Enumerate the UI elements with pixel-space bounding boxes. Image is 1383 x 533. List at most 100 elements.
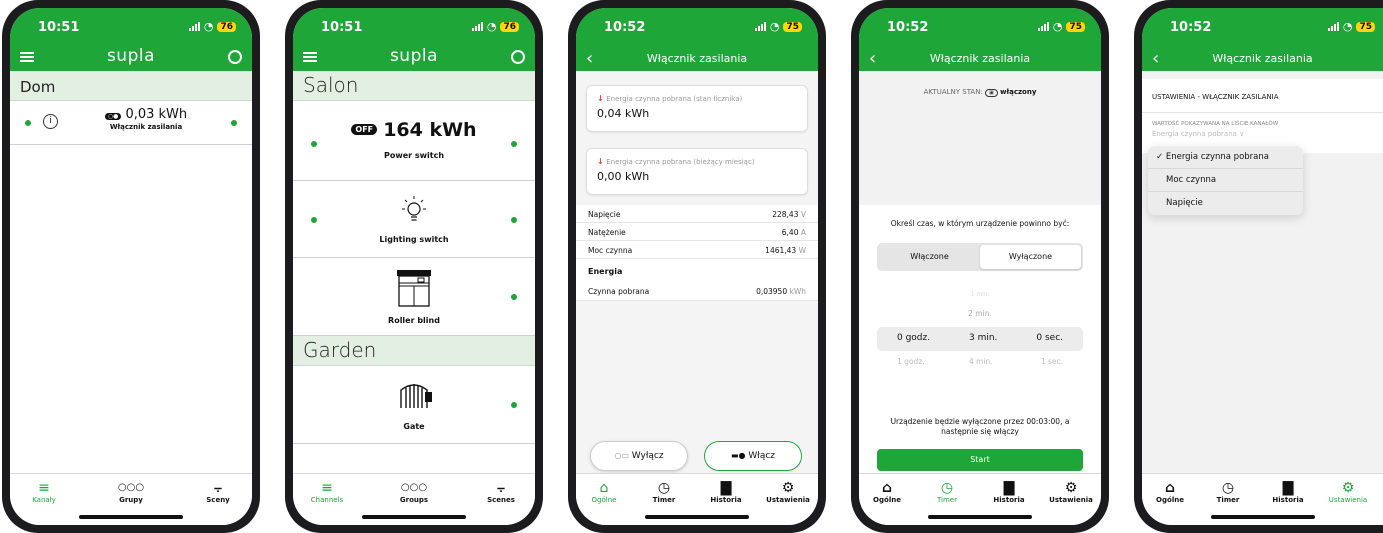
location-name: Garden: [303, 338, 377, 362]
nav-scenes[interactable]: ⨪ Sceny: [188, 480, 248, 504]
roller-blind-icon: [397, 270, 431, 307]
home-icon: ⌂: [599, 480, 609, 496]
timer-prompt: Określ czas, w którym urządzenie powinno…: [890, 219, 1070, 228]
status-dot-right: [511, 217, 517, 223]
account-icon[interactable]: [511, 50, 525, 64]
nav-general[interactable]: ⌂ Ogólne: [576, 480, 632, 504]
nav-history[interactable]: ▇ Historia: [1260, 480, 1316, 504]
wifi-icon: ◔: [769, 20, 780, 33]
info-icon[interactable]: i: [43, 114, 58, 129]
picker-seconds: 0 sec.: [1036, 333, 1063, 343]
signal-icon: [1037, 22, 1049, 31]
location-header-garden[interactable]: Garden: [293, 336, 535, 366]
nav-history[interactable]: ▇ Historia: [698, 480, 754, 504]
status-dot-left: [311, 217, 317, 223]
energy-meter-card: ↓ Energia czynna pobrana (stan licznika)…: [586, 85, 808, 132]
app-bar: 10:52 ◔ 75 ‹ Włącznik zasilania: [1142, 8, 1383, 71]
bottom-nav: ⌂ Ogólne ◷ Timer ▇ Historia ⚙ Ustawienia: [576, 473, 818, 525]
nav-settings[interactable]: ⚙ Ustawienia: [1320, 480, 1376, 504]
screen: 10:52 ◔ 75 ‹ Włącznik zasilania USTAWIEN…: [1142, 8, 1383, 525]
measure-row: Czynna pobrana 0,03950 kWh: [576, 281, 818, 301]
nav-groups[interactable]: ○○○ Groups: [384, 480, 444, 504]
off-button[interactable]: ○▭ Wyłącz: [590, 441, 688, 471]
channel-value: 164 kWh: [383, 119, 477, 141]
signal-icon: [471, 22, 483, 31]
gate-icon: [400, 384, 432, 408]
channel-name: Lighting switch: [379, 235, 449, 244]
timer-panel: Określ czas, w którym urządzenie powinno…: [859, 205, 1101, 473]
battery-icon: 76: [217, 21, 236, 32]
status-dot-left: [25, 120, 31, 126]
channel-name: Roller blind: [388, 316, 440, 325]
mode-segment: Włączone Wyłączone: [877, 243, 1083, 271]
dropdown-option[interactable]: Napięcie: [1148, 192, 1303, 215]
channel-row[interactable]: i ○● 0,03 kWh Włącznik zasilania: [10, 101, 252, 145]
signal-icon: [188, 22, 200, 31]
measure-row: Natężenie 6,40 A: [576, 223, 818, 241]
battery-icon: 76: [500, 21, 519, 32]
nav-groups[interactable]: ○○○ Grupy: [101, 480, 161, 504]
bottom-nav: ⌂ Ogólne ◷ Timer ▇ Historia ⚙ Ustawienia: [859, 473, 1101, 525]
location-header[interactable]: Dom: [10, 71, 252, 101]
app-logo: supla: [389, 46, 439, 66]
time-picker[interactable]: 1 min. 2 min. 0 godz. 3 min. 0 sec. 1 go…: [877, 287, 1083, 377]
arrow-down-icon: ↓: [597, 157, 604, 166]
status-dot-left: [311, 141, 317, 147]
home-indicator: [645, 515, 749, 519]
channel-lighting-switch[interactable]: Lighting switch: [293, 181, 535, 258]
nav-general[interactable]: ⌂ Ogólne: [859, 480, 915, 504]
status-bar: 10:51 ◔ 76: [293, 8, 535, 38]
segment-off[interactable]: Wyłączone: [980, 245, 1081, 269]
gear-icon: ⚙: [1064, 480, 1078, 496]
dropdown-option-selected[interactable]: ✓ Energia czynna pobrana: [1148, 146, 1303, 169]
clock-icon: ◷: [657, 480, 671, 496]
chart-icon: ▇: [1282, 480, 1294, 496]
measurements-list: Napięcie 228,43 V Natężenie 6,40 A Moc c…: [576, 205, 818, 301]
measure-row: Moc czynna 1461,43 W: [576, 241, 818, 259]
channel-name: Włącznik zasilania: [109, 123, 183, 131]
phone-channels-pl: 10:51 ◔ 76 supla Dom i ○● 0,03 kWh Włącz…: [2, 0, 260, 533]
segment-on[interactable]: Włączone: [879, 245, 980, 269]
screen: 10:51 ◔ 76 supla Salon OFF 164 kWh Power…: [293, 8, 535, 525]
location-header-salon[interactable]: Salon: [293, 71, 535, 101]
arrow-down-icon: ↓: [597, 94, 604, 103]
nav-general[interactable]: ⌂ Ogólne: [1142, 480, 1198, 504]
nav-settings[interactable]: ⚙ Ustawienia: [760, 480, 816, 504]
clock-icon: ◷: [940, 480, 954, 496]
card-value: 0,00 kWh: [597, 170, 650, 183]
on-button[interactable]: ▬● Włącz: [704, 441, 802, 471]
phone-timer: 10:52 ◔ 75 ‹ Włącznik zasilania AKTUALNY…: [851, 0, 1109, 533]
nav-channels[interactable]: ≡ Channels: [297, 480, 357, 504]
nav-channels[interactable]: ≡ Kanały: [14, 480, 74, 504]
clock: 10:52: [887, 20, 929, 35]
nav-scenes[interactable]: ⨪ Scenes: [471, 480, 531, 504]
home-indicator: [1210, 515, 1315, 519]
dropdown-option[interactable]: Moc czynna: [1148, 169, 1303, 192]
phone-channels-en: 10:51 ◔ 76 supla Salon OFF 164 kWh Power…: [285, 0, 543, 533]
status-bar: 10:51 ◔ 76: [10, 8, 252, 38]
account-icon[interactable]: [228, 50, 242, 64]
nav-timer[interactable]: ◷ Timer: [919, 480, 975, 504]
toggle-on-icon: ▬●: [730, 451, 746, 460]
channel-gate[interactable]: Gate: [293, 366, 535, 444]
clock: 10:52: [604, 20, 646, 35]
dropdown-menu: ✓ Energia czynna pobrana Moc czynna Napi…: [1148, 146, 1303, 215]
nav-timer[interactable]: ◷ Timer: [636, 480, 692, 504]
channel-value: 0,03 kWh: [125, 107, 188, 122]
wifi-icon: ◔: [1342, 20, 1353, 33]
channel-roller-blind[interactable]: Roller blind: [293, 258, 535, 336]
phone-details-general: 10:52 ◔ 75 ‹ Włącznik zasilania ↓ Energi…: [568, 0, 826, 533]
signal-icon: [754, 22, 766, 31]
card-label: Energia czynna pobrana (stan licznika): [606, 95, 743, 103]
chart-icon: ▇: [720, 480, 732, 496]
status-dot-right: [511, 141, 517, 147]
start-button[interactable]: Start: [877, 449, 1083, 471]
status-bar: 10:52 ◔ 75: [1142, 8, 1383, 38]
chevron-down-icon: ∨: [1239, 130, 1245, 138]
nav-settings[interactable]: ⚙ Ustawienia: [1043, 480, 1099, 504]
app-bar: 10:51 ◔ 76 supla: [293, 8, 535, 71]
status-icons: ◔ 75: [1327, 20, 1375, 33]
nav-timer[interactable]: ◷ Timer: [1200, 480, 1256, 504]
channel-power-switch[interactable]: OFF 164 kWh Power switch: [293, 101, 535, 181]
nav-history[interactable]: ▇ Historia: [981, 480, 1037, 504]
